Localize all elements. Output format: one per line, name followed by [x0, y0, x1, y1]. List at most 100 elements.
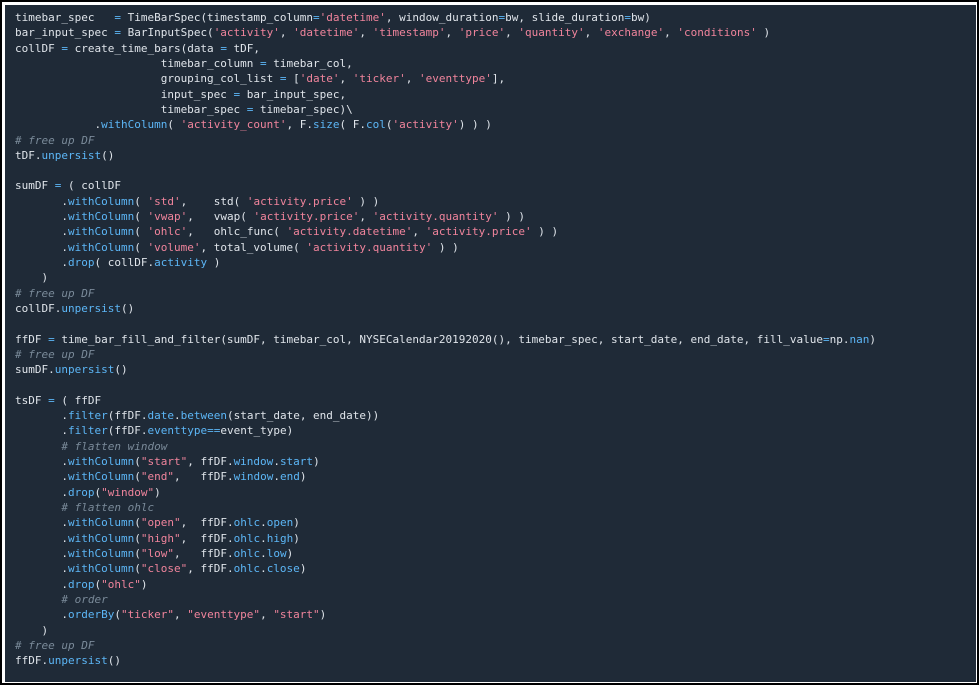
code-token: ], [491, 72, 506, 86]
code-token: timebar_spec [15, 11, 115, 24]
code-line: # free up DF [15, 133, 876, 148]
method-name: filter [67, 424, 108, 438]
code-editor[interactable]: timebar_spec = TimeBarSpec(timestamp_col… [5, 5, 976, 682]
code-token: ) ) ) [458, 118, 492, 132]
method-name: close [266, 562, 300, 576]
code-line: .withColumn( 'vwap', vwap( 'activity.pri… [15, 209, 876, 224]
code-token: , ffDF. [187, 455, 234, 469]
code-token: . [15, 470, 68, 484]
code-token: ) [15, 271, 49, 285]
code-token: ( collDF [61, 179, 121, 193]
code-comment: # flatten ohlc [15, 501, 155, 514]
string-literal: 'vwap' [147, 210, 188, 224]
code-token: ) [313, 455, 320, 469]
code-token: . [15, 118, 102, 132]
code-token: ( [134, 455, 141, 469]
method-name: size [313, 118, 340, 132]
operator: = [48, 332, 55, 346]
method-name: withColumn [67, 516, 135, 530]
string-literal: "open" [140, 516, 181, 530]
code-line: input_spec = bar_input_spec, [15, 87, 876, 102]
code-line: .withColumn( 'volume', total_volume( 'ac… [15, 240, 876, 255]
operator: = [822, 332, 830, 346]
operator: = [624, 11, 631, 24]
string-literal: "ohlc" [101, 577, 141, 591]
code-token: . [15, 455, 68, 469]
code-token: . [15, 409, 68, 423]
method-name: withColumn [67, 210, 135, 224]
code-line: # order [15, 592, 876, 607]
code-token: ) ) [531, 225, 559, 239]
method-name: withColumn [67, 225, 135, 239]
code-token: () [120, 301, 135, 315]
code-comment: # free up DF [15, 286, 95, 300]
code-token: , [405, 72, 420, 86]
code-token: . [173, 409, 181, 423]
method-name: ohlc [233, 546, 261, 560]
code-token: , ffDF. [180, 531, 234, 545]
code-token: , std( [180, 194, 247, 208]
code-token: , [359, 26, 373, 40]
method-name: window [233, 470, 274, 484]
code-token: . [273, 470, 280, 484]
code-token: ffDF [15, 332, 49, 346]
code-token: bw, slide_duration [505, 11, 625, 24]
code-token: (ffDF. [107, 409, 148, 423]
code-line: # free up DF [15, 347, 876, 362]
code-token: , [359, 210, 373, 224]
code-token: ) [154, 485, 161, 499]
code-token: sumDF. [15, 363, 55, 377]
code-token: . [260, 516, 267, 530]
code-token: input_spec [15, 87, 234, 101]
code-line: .withColumn("open", ffDF.ohlc.open) [15, 515, 876, 530]
code-token: . [15, 546, 68, 560]
code-token: tsDF [15, 393, 49, 407]
code-comment: # free up DF [15, 638, 95, 652]
code-token: , F. [286, 118, 314, 132]
method-name: withColumn [67, 470, 135, 484]
string-literal: 'activity.price' [253, 210, 360, 224]
string-literal: 'date' [299, 72, 340, 86]
code-line: tsDF = ( ffDF [15, 393, 876, 408]
code-token: , window_duration [385, 11, 499, 24]
code-token: bar_input_spec, [240, 87, 347, 101]
method-name: open [266, 516, 294, 530]
code-token: ( [134, 194, 148, 208]
code-token: . [260, 546, 267, 560]
operator: = [279, 72, 287, 86]
code-token: , total_volume( [200, 240, 307, 254]
operator: = [260, 56, 267, 70]
code-token: ( [114, 608, 121, 622]
code-token: timebar_col, [266, 56, 353, 70]
code-line: grouping_col_list = ['date', 'ticker', '… [15, 71, 876, 86]
method-name: drop [67, 485, 95, 499]
code-token: ) [293, 531, 300, 545]
string-literal: "close" [140, 562, 188, 576]
operator: = [220, 41, 227, 55]
code-block: timebar_spec = TimeBarSpec(timestamp_col… [15, 10, 876, 668]
code-token: , [279, 26, 294, 40]
code-token: , ohlc_func( [187, 225, 287, 239]
method-name: unpersist [48, 654, 108, 668]
code-token: collDF. [15, 301, 62, 315]
code-line: # free up DF [15, 286, 876, 301]
code-line: collDF = create_time_bars(data = tDF, [15, 41, 876, 56]
code-token: , [664, 26, 678, 40]
string-literal: "start" [140, 455, 188, 469]
code-line: .drop("ohlc") [15, 577, 876, 592]
code-line: timebar_column = timebar_col, [15, 56, 876, 71]
string-literal: "end" [140, 470, 174, 484]
code-token: tDF, [226, 41, 261, 55]
code-line: .withColumn("start", ffDF.window.start) [15, 454, 876, 469]
code-token: , [584, 26, 598, 40]
string-literal: 'price' [458, 26, 506, 40]
code-line: .filter(ffDF.date.between(start_date, en… [15, 408, 876, 423]
code-token: , [412, 225, 426, 239]
string-literal: 'activity.datetime' [286, 225, 413, 239]
code-token: ( [134, 546, 141, 560]
code-token: . [15, 225, 68, 239]
code-token: bar_input_spec [15, 26, 115, 40]
code-line: ) [15, 270, 876, 285]
string-literal: "ticker" [120, 608, 174, 622]
